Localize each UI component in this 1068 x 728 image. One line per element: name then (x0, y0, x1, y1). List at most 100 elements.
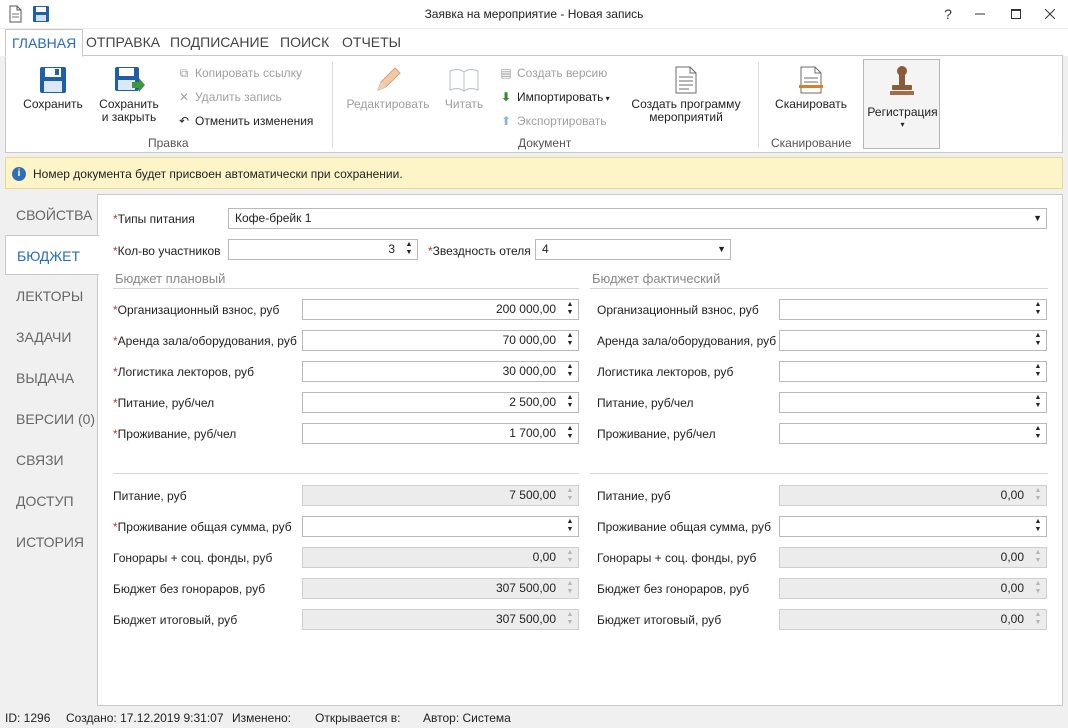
planned-value-field[interactable]: 2 500,00 ▲ ▼ (302, 392, 579, 413)
spin-icon: ▲ ▼ (1034, 611, 1042, 626)
actual-value-field[interactable]: ▲ ▼ (779, 299, 1047, 320)
actual-row-label: Логистика лекторов, руб (597, 365, 734, 379)
spin-icon[interactable]: ▲ ▼ (1032, 363, 1044, 380)
minimize-button[interactable] (970, 4, 990, 24)
nav-lecturers[interactable]: ЛЕКТОРЫ (5, 276, 97, 316)
nav-access[interactable]: ДОСТУП (5, 481, 97, 521)
actual-row-label: Аренда зала/оборудования, руб (597, 334, 777, 348)
edit-button[interactable]: Редактировать (344, 65, 432, 111)
tab-main[interactable]: ГЛАВНАЯ (5, 29, 84, 57)
spin-icon[interactable]: ▲ ▼ (1032, 518, 1044, 535)
actual-value-field[interactable]: ▲ ▼ (779, 361, 1047, 382)
tab-signing[interactable]: ПОДПИСАНИЕ (164, 29, 275, 56)
stamp-icon (890, 66, 914, 95)
registration-button[interactable]: Регистрация ▾ (863, 59, 940, 149)
planned-value-field[interactable]: 30 000,00 ▲ ▼ (302, 361, 579, 382)
planned-row-label: *Логистика лекторов, руб (113, 365, 255, 379)
save-close-button[interactable]: Сохранить и закрыть (94, 65, 164, 124)
planned-value-field[interactable]: 1 700,00 ▲ ▼ (302, 423, 579, 444)
create-program-button[interactable]: Создать программу мероприятий (626, 65, 746, 124)
scan-label: Сканировать (775, 97, 847, 111)
maximize-button[interactable] (1006, 4, 1026, 24)
spin-icon[interactable]: ▲ ▼ (1032, 332, 1044, 349)
tab-send[interactable]: ОТПРАВКА (80, 29, 166, 56)
status-created: Создано: 17.12.2019 9:31:07 (66, 711, 224, 725)
actual-row-label: Проживание общая сумма, руб (597, 520, 771, 534)
registration-label: Регистрация (867, 105, 938, 119)
chevron-down-icon: ▼ (1033, 213, 1042, 223)
planned-value: 307 500,00 (495, 581, 556, 595)
meal-type-select[interactable]: Кофе-брейк 1 ▼ (228, 208, 1047, 229)
help-button[interactable]: ? (938, 4, 958, 24)
group-document-label: Документ (518, 136, 572, 150)
delete-record-button[interactable]: ✕ Удалить запись (176, 88, 282, 106)
spin-icon[interactable]: ▲ ▼ (564, 394, 576, 411)
save-close-label-1: Сохранить (99, 97, 159, 111)
actual-value-field[interactable]: ▲ ▼ (779, 392, 1047, 413)
scan-button[interactable]: Сканировать (768, 65, 854, 111)
spin-icon[interactable]: ▲ ▼ (1032, 301, 1044, 318)
spin-icon: ▲ ▼ (566, 611, 574, 626)
spin-icon[interactable]: ▲ ▼ (1032, 394, 1044, 411)
nav-tasks[interactable]: ЗАДАЧИ (5, 317, 97, 357)
tab-search[interactable]: ПОИСК (274, 29, 335, 56)
delete-label: Удалить запись (195, 90, 282, 104)
hotel-stars-label: *Звездность отеля (428, 244, 531, 258)
planned-row-label: Бюджет итоговый, руб (113, 613, 238, 627)
planned-value-field[interactable]: 200 000,00 ▲ ▼ (302, 299, 579, 320)
read-button[interactable]: Читать (440, 65, 488, 111)
nav-links[interactable]: СВЯЗИ (5, 440, 97, 480)
actual-value-field: 0,00 ▲ ▼ (779, 547, 1047, 568)
spin-icon[interactable]: ▲ ▼ (564, 425, 576, 442)
import-button[interactable]: ⬇ Импортировать ▾ (498, 88, 610, 106)
nav-properties[interactable]: СВОЙСТВА (5, 195, 97, 235)
spin-icon[interactable]: ▲ ▼ (564, 518, 576, 535)
hotel-stars-select[interactable]: 4 ▼ (535, 239, 731, 260)
planned-value-field: 307 500,00 ▲ ▼ (302, 609, 579, 630)
info-icon: i (12, 167, 26, 181)
planned-divider-2 (113, 473, 579, 474)
planned-row-label: *Проживание, руб/чел (113, 427, 237, 441)
export-button[interactable]: ⬆ Экспортировать (498, 112, 607, 130)
planned-divider (113, 288, 579, 289)
copy-link-button[interactable]: ⧉ Копировать ссылку (176, 64, 302, 82)
actual-row-label: Проживание, руб/чел (597, 427, 716, 441)
book-icon (449, 69, 479, 92)
ribbon: Сохранить Сохранить и закрыть ⧉ Копироват… (5, 55, 1063, 153)
spin-icon[interactable]: ▲ ▼ (564, 332, 576, 349)
tab-reports[interactable]: ОТЧЕТЫ (336, 29, 407, 56)
maximize-icon (1011, 9, 1021, 19)
actual-value-field[interactable]: ▲ ▼ (779, 330, 1047, 351)
export-icon: ⬆ (500, 114, 512, 128)
actual-value-field[interactable]: ▲ ▼ (779, 516, 1047, 537)
copy-link-label: Копировать ссылку (195, 66, 302, 80)
spin-icon[interactable]: ▲ ▼ (564, 363, 576, 380)
hotel-stars-value: 4 (542, 242, 549, 256)
nav-history[interactable]: ИСТОРИЯ (5, 522, 97, 562)
nav-budget[interactable]: БЮДЖЕТ (5, 235, 99, 275)
participants-stepper[interactable]: 3 ▲ ▼ (228, 239, 418, 260)
minimize-icon (975, 13, 985, 15)
planned-value-field[interactable]: ▲ ▼ (302, 516, 579, 537)
save-button[interactable]: Сохранить (20, 65, 86, 111)
actual-value: 0,00 (1000, 612, 1024, 626)
planned-value-field: 307 500,00 ▲ ▼ (302, 578, 579, 599)
planned-value-field[interactable]: 70 000,00 ▲ ▼ (302, 330, 579, 351)
planned-row-label: *Питание, руб/чел (113, 396, 215, 410)
import-label: Импортировать (517, 90, 604, 104)
nav-issue[interactable]: ВЫДАЧА (5, 358, 97, 398)
actual-value-field: 0,00 ▲ ▼ (779, 485, 1047, 506)
undo-changes-button[interactable]: ↶ Отменить изменения (176, 112, 313, 130)
spin-icon[interactable]: ▲ ▼ (564, 301, 576, 318)
nav-versions[interactable]: ВЕРСИИ (0) (5, 399, 97, 439)
title-bar: Заявка на мероприятие - Новая запись ? (0, 0, 1068, 29)
planned-value-field: 0,00 ▲ ▼ (302, 547, 579, 568)
spin-icon[interactable]: ▲ ▼ (1032, 425, 1044, 442)
close-button[interactable] (1040, 4, 1060, 24)
spin-icon[interactable]: ▲ ▼ (403, 241, 415, 258)
create-version-button[interactable]: ▤ Создать версию (498, 64, 607, 82)
planned-value: 70 000,00 (502, 333, 556, 347)
actual-value-field[interactable]: ▲ ▼ (779, 423, 1047, 444)
spin-icon: ▲ ▼ (1034, 580, 1042, 595)
ribbon-separator-2 (758, 62, 759, 148)
